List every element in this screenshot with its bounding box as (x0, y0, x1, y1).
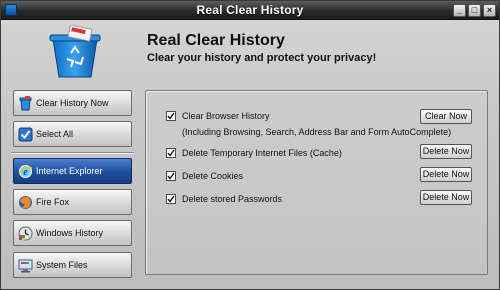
clear-history-now-button[interactable]: Clear History Now (13, 90, 132, 116)
window-title: Real Clear History (196, 3, 304, 17)
clear-now-button[interactable]: Clear Now (420, 109, 472, 124)
option-description: (Including Browsing, Search, Address Bar… (182, 127, 452, 137)
delete-temporary-files-button[interactable]: Delete Now (420, 144, 472, 159)
option-label: Delete Cookies (182, 171, 244, 181)
clear-browser-history-checkbox[interactable] (166, 111, 176, 121)
select-all-button[interactable]: Select All (13, 121, 132, 147)
option-delete-stored-passwords[interactable]: Delete stored Passwords (166, 194, 282, 204)
windows-history-icon (18, 226, 33, 241)
option-delete-temporary-files[interactable]: Delete Temporary Internet Files (Cache) (166, 148, 342, 158)
sidebar-item-firefox[interactable]: Fire Fox (13, 189, 132, 215)
option-label: Delete stored Passwords (182, 194, 283, 204)
close-button[interactable]: × (483, 4, 496, 17)
select-all-label: Select All (36, 129, 74, 139)
delete-stored-passwords-checkbox[interactable] (166, 194, 176, 204)
system-files-icon (18, 258, 33, 273)
maximize-button[interactable]: □ (468, 4, 481, 17)
sidebar-item-label: Windows History (36, 228, 104, 238)
option-clear-browser-history[interactable]: Clear Browser History (166, 111, 270, 121)
internet-explorer-icon: e (18, 164, 33, 179)
option-label: Delete Temporary Internet Files (Cache) (182, 148, 342, 158)
sidebar-item-label: Internet Explorer (36, 166, 103, 176)
minimize-button[interactable]: _ (453, 4, 466, 17)
app-window: Real Clear History _ □ × Real Clear Hist… (0, 0, 500, 290)
option-label: Clear Browser History (182, 111, 270, 121)
option-delete-cookies[interactable]: Delete Cookies (166, 171, 243, 181)
delete-temporary-files-checkbox[interactable] (166, 148, 176, 158)
delete-stored-passwords-button[interactable]: Delete Now (420, 190, 472, 205)
sidebar-item-windows-history[interactable]: Windows History (13, 220, 132, 246)
trash-icon (18, 95, 33, 111)
delete-cookies-button[interactable]: Delete Now (420, 167, 472, 182)
app-title: Real Clear History (147, 32, 285, 49)
sidebar-divider (11, 152, 134, 154)
sidebar-item-label: System Files (36, 260, 88, 270)
clear-history-now-label: Clear History Now (36, 98, 109, 108)
sidebar-item-internet-explorer[interactable]: e Internet Explorer (13, 158, 132, 184)
delete-cookies-checkbox[interactable] (166, 171, 176, 181)
checkbox-icon (18, 127, 33, 142)
recycle-bin-logo-icon (49, 25, 101, 78)
sidebar-item-system-files[interactable]: System Files (13, 252, 132, 278)
app-tagline: Clear your history and protect your priv… (147, 52, 377, 64)
title-bar[interactable]: Real Clear History _ □ × (1, 1, 499, 20)
sidebar-item-label: Fire Fox (36, 197, 70, 207)
options-panel: Clear Browser History (Including Browsin… (145, 90, 488, 275)
firefox-icon (18, 195, 33, 210)
